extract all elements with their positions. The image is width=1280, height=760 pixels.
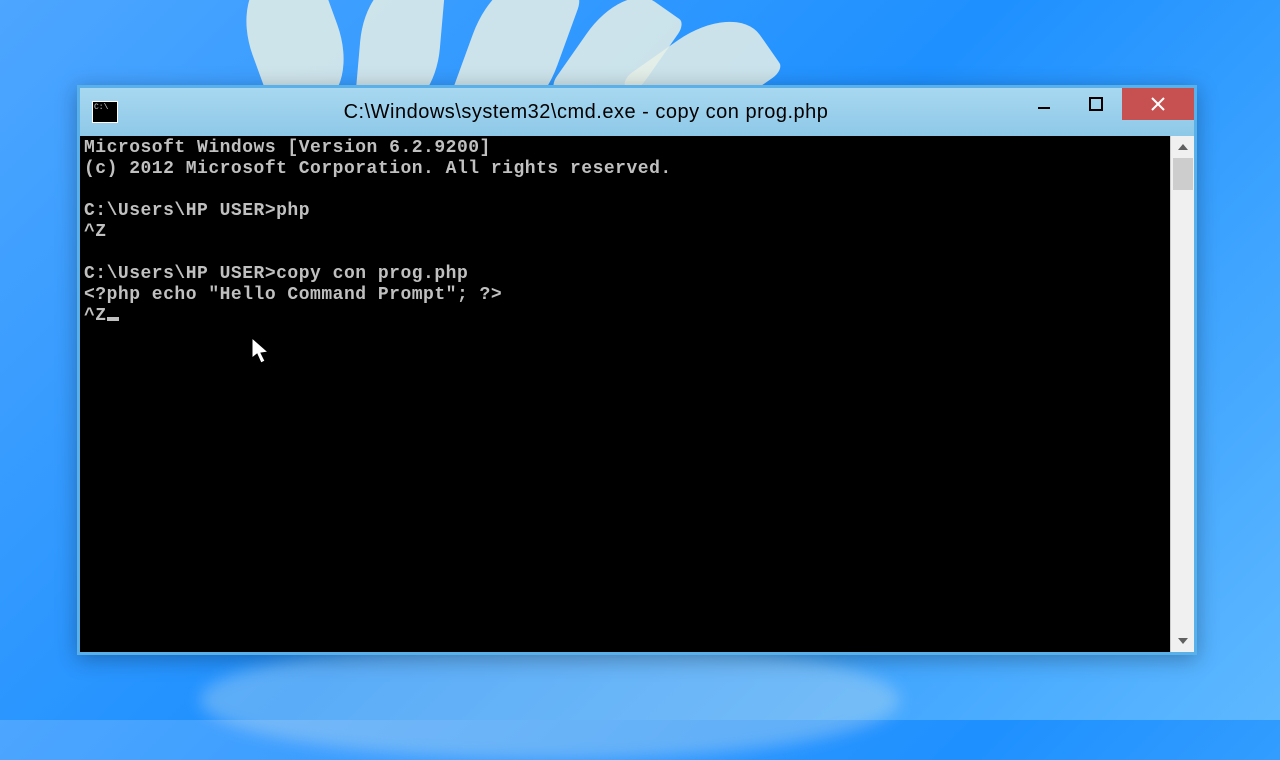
console-line: ^Z: [84, 306, 107, 326]
window-controls: [1018, 88, 1194, 120]
console-line: ^Z: [84, 222, 107, 242]
console-line: C:\Users\HP USER>php: [84, 201, 310, 221]
maximize-button[interactable]: [1070, 88, 1122, 120]
scroll-thumb[interactable]: [1173, 158, 1193, 190]
console-output[interactable]: Microsoft Windows [Version 6.2.9200] (c)…: [80, 136, 1170, 652]
console-line: C:\Users\HP USER>copy con prog.php: [84, 264, 468, 284]
close-icon: [1150, 96, 1166, 112]
console-line: <?php echo "Hello Command Prompt"; ?>: [84, 285, 502, 305]
maximize-icon: [1089, 97, 1103, 111]
scroll-up-arrow-icon[interactable]: [1171, 136, 1195, 158]
scroll-track[interactable]: [1171, 158, 1194, 630]
close-button[interactable]: [1122, 88, 1194, 120]
minimize-icon: [1037, 97, 1051, 111]
titlebar[interactable]: C:\Windows\system32\cmd.exe - copy con p…: [80, 88, 1194, 136]
scroll-down-arrow-icon[interactable]: [1171, 630, 1195, 652]
cmd-window: C:\Windows\system32\cmd.exe - copy con p…: [77, 85, 1197, 655]
console-line: Microsoft Windows [Version 6.2.9200]: [84, 138, 491, 158]
vertical-scrollbar[interactable]: [1170, 136, 1194, 652]
console-line: (c) 2012 Microsoft Corporation. All righ…: [84, 159, 672, 179]
text-cursor: [107, 317, 119, 321]
cmd-icon: [92, 101, 118, 123]
minimize-button[interactable]: [1018, 88, 1070, 120]
